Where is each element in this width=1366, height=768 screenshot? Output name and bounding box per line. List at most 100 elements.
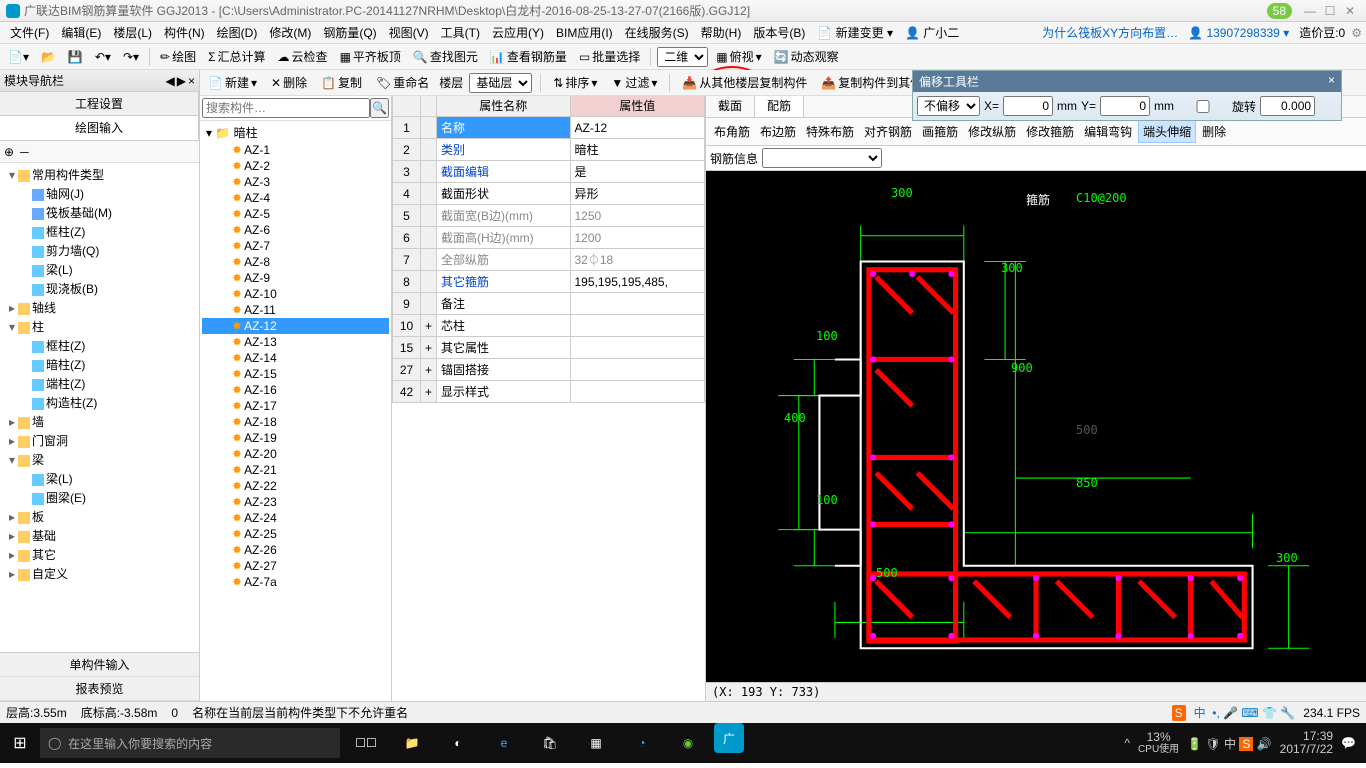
close-button[interactable]: ✕ xyxy=(1340,4,1360,18)
view-mode-select[interactable]: 二维 xyxy=(657,47,708,67)
menu-component[interactable]: 构件(N) xyxy=(158,22,211,43)
cloud-check-button[interactable]: ☁ 云检查 xyxy=(274,46,332,67)
tray-up-icon[interactable]: ^ xyxy=(1124,736,1130,750)
app-icon-4[interactable]: 广 xyxy=(714,723,744,753)
nav-left-icon[interactable]: ◀ xyxy=(166,74,175,88)
btn-delete[interactable]: 删除 xyxy=(1198,121,1230,142)
nav-item[interactable]: ▾梁 xyxy=(2,450,197,469)
edge-icon[interactable]: e xyxy=(484,723,524,763)
clock[interactable]: 17:392017/7/22 xyxy=(1280,730,1333,756)
nav-item[interactable]: 梁(L) xyxy=(2,469,197,488)
batch-select-button[interactable]: ▭ 批量选择 xyxy=(575,46,644,67)
offset-x-input[interactable] xyxy=(1003,96,1053,116)
notification-icon[interactable]: 💬 xyxy=(1341,736,1356,750)
component-item[interactable]: ✸AZ-23 xyxy=(202,494,389,510)
menu-tool[interactable]: 工具(T) xyxy=(435,22,486,43)
nav-tree[interactable]: ▾常用构件类型轴网(J)筏板基础(M)框柱(Z)剪力墙(Q)梁(L)现浇板(B)… xyxy=(0,163,199,652)
user-phone[interactable]: 👤 13907298339 ▾ xyxy=(1188,26,1289,40)
view-rebar-button[interactable]: 📊 查看钢筋量 xyxy=(486,46,571,67)
menu-online[interactable]: 在线服务(S) xyxy=(619,22,695,43)
btn-modify-stirrup[interactable]: 修改箍筋 xyxy=(1022,121,1078,142)
property-row[interactable]: 10+芯柱 xyxy=(393,315,705,337)
property-row[interactable]: 2类别暗柱 xyxy=(393,139,705,161)
offset-close-icon[interactable]: × xyxy=(1328,73,1335,90)
component-item[interactable]: ✸AZ-6 xyxy=(202,222,389,238)
collapse-icon[interactable]: ─ xyxy=(20,145,29,159)
notification-badge[interactable]: 58 xyxy=(1267,3,1292,19)
save-button[interactable]: 💾 xyxy=(64,48,87,66)
menu-help[interactable]: 帮助(H) xyxy=(695,22,748,43)
btn-modify-long[interactable]: 修改纵筋 xyxy=(964,121,1020,142)
property-row[interactable]: 5截面宽(B边)(mm)1250 xyxy=(393,205,705,227)
component-item[interactable]: ✸AZ-5 xyxy=(202,206,389,222)
btn-align-rebar[interactable]: 对齐钢筋 xyxy=(860,121,916,142)
settings-icon[interactable]: ⚙ xyxy=(1351,26,1362,40)
component-tree[interactable]: ▾ 📁 暗柱✸AZ-1✸AZ-2✸AZ-3✸AZ-4✸AZ-5✸AZ-6✸AZ-… xyxy=(200,121,391,701)
new-btn2[interactable]: 📄新建▾ xyxy=(204,72,261,93)
component-item[interactable]: ✸AZ-13 xyxy=(202,334,389,350)
open-button[interactable]: 📂 xyxy=(37,48,60,66)
floor-select[interactable]: 基础层 xyxy=(469,73,532,93)
component-search-input[interactable] xyxy=(202,98,370,118)
btn-corner-rebar[interactable]: 布角筋 xyxy=(710,121,754,142)
tab-project-settings[interactable]: 工程设置 xyxy=(0,92,199,115)
ime-text[interactable]: 中 •, 🎤 ⌨ 👕 🔧 xyxy=(1194,704,1296,721)
new-change-button[interactable]: 📄 新建变更 ▾ xyxy=(811,22,899,43)
find-button[interactable]: 🔍 查找图元 xyxy=(409,46,482,67)
rotate-checkbox[interactable] xyxy=(1178,100,1228,113)
copy-btn2[interactable]: 📋复制 xyxy=(317,72,366,93)
expand-icon[interactable]: ⊕ xyxy=(4,145,14,159)
component-item[interactable]: ✸AZ-20 xyxy=(202,446,389,462)
menu-view[interactable]: 视图(V) xyxy=(383,22,435,43)
component-item[interactable]: ✸AZ-21 xyxy=(202,462,389,478)
app-icon-2[interactable]: ◔ xyxy=(622,723,662,763)
nav-item[interactable]: 筏板基础(M) xyxy=(2,203,197,222)
orbit-button[interactable]: 🔄 动态观察 xyxy=(770,46,843,67)
nav-item[interactable]: 框柱(Z) xyxy=(2,336,197,355)
start-button[interactable]: ⊞ xyxy=(0,733,40,753)
btn-draw-stirrup[interactable]: 画箍筋 xyxy=(918,121,962,142)
del-btn2[interactable]: ✕删除 xyxy=(267,72,311,93)
nav-item[interactable]: ▸轴线 xyxy=(2,298,197,317)
property-row[interactable]: 27+锚固搭接 xyxy=(393,359,705,381)
undo-button[interactable]: ↶▾ xyxy=(91,48,115,66)
component-item[interactable]: ✸AZ-25 xyxy=(202,526,389,542)
nav-item[interactable]: ▾常用构件类型 xyxy=(2,165,197,184)
component-item[interactable]: ✸AZ-24 xyxy=(202,510,389,526)
tip-link[interactable]: 为什么筏板XY方向布置… xyxy=(1042,24,1178,41)
component-item[interactable]: ✸AZ-2 xyxy=(202,158,389,174)
property-row[interactable]: 7全部纵筋32⏀18 xyxy=(393,249,705,271)
menu-modify[interactable]: 修改(M) xyxy=(263,22,317,43)
nav-item[interactable]: ▸基础 xyxy=(2,526,197,545)
property-row[interactable]: 3截面编辑是 xyxy=(393,161,705,183)
menu-draw[interactable]: 绘图(D) xyxy=(211,22,264,43)
nav-close-icon[interactable]: × xyxy=(188,74,195,88)
menu-edit[interactable]: 编辑(E) xyxy=(55,22,107,43)
app-icon-1[interactable]: ▦ xyxy=(576,723,616,763)
offset-y-input[interactable] xyxy=(1100,96,1150,116)
property-row[interactable]: 15+其它属性 xyxy=(393,337,705,359)
nav-right-icon[interactable]: ▶ xyxy=(177,74,186,88)
app-icon-3[interactable]: ◉ xyxy=(668,723,708,763)
component-item[interactable]: ✸AZ-12 xyxy=(202,318,389,334)
sort-btn[interactable]: ⇅排序▾ xyxy=(549,72,601,93)
rebar-info-select[interactable] xyxy=(762,148,882,168)
nav-item[interactable]: ▸墙 xyxy=(2,412,197,431)
offset-mode-select[interactable]: 不偏移 xyxy=(917,96,980,116)
rotate-input[interactable] xyxy=(1260,96,1315,116)
component-item[interactable]: ✸AZ-4 xyxy=(202,190,389,206)
nav-item[interactable]: 框柱(Z) xyxy=(2,222,197,241)
property-row[interactable]: 6截面高(H边)(mm)1200 xyxy=(393,227,705,249)
property-row[interactable]: 1名称AZ-12 xyxy=(393,117,705,139)
component-item[interactable]: ✸AZ-22 xyxy=(202,478,389,494)
property-table[interactable]: 属性名称属性值1名称AZ-122类别暗柱3截面编辑是4截面形状异形5截面宽(B边… xyxy=(392,94,705,403)
nav-item[interactable]: 梁(L) xyxy=(2,260,197,279)
component-item[interactable]: ✸AZ-7 xyxy=(202,238,389,254)
menu-bim[interactable]: BIM应用(I) xyxy=(550,22,619,43)
tab-report-preview[interactable]: 报表预览 xyxy=(0,677,199,701)
component-item[interactable]: ✸AZ-1 xyxy=(202,142,389,158)
component-item[interactable]: ✸AZ-26 xyxy=(202,542,389,558)
component-item[interactable]: ✸AZ-11 xyxy=(202,302,389,318)
component-item[interactable]: ✸AZ-18 xyxy=(202,414,389,430)
component-item[interactable]: ✸AZ-27 xyxy=(202,558,389,574)
